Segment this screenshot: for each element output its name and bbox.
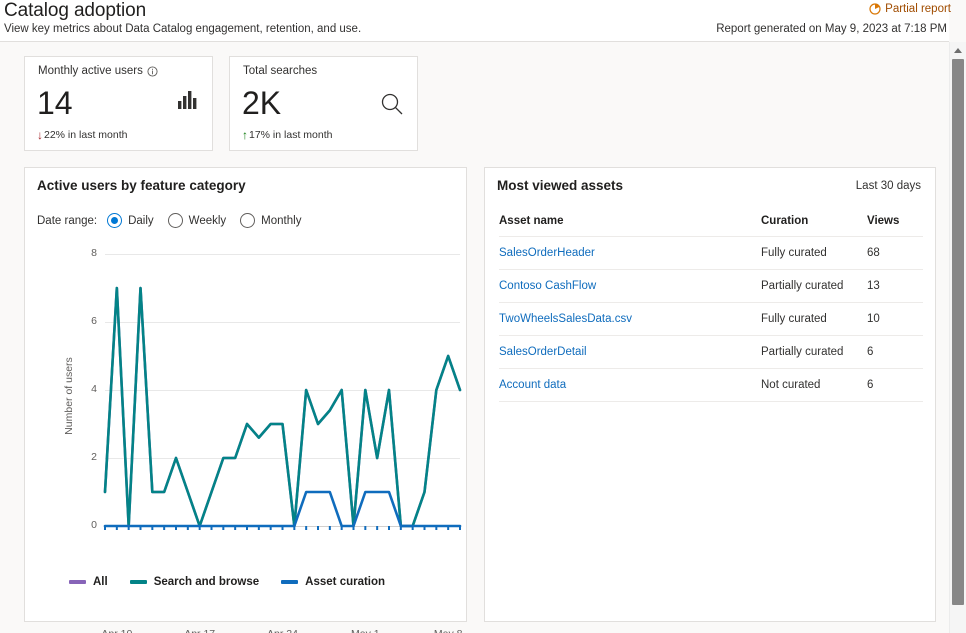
cell-asset-name: Contoso CashFlow [499, 270, 761, 303]
cell-views: 6 [867, 369, 923, 402]
table-header-row: Asset name Curation Views [499, 210, 923, 237]
kpi-delta-arrow-icon: ↓ [37, 129, 43, 141]
chart-legend: All Search and browse Asset curation [69, 576, 385, 588]
asset-name-link[interactable]: TwoWheelsSalesData.csv [499, 313, 632, 325]
cell-curation: Not curated [761, 369, 867, 402]
legend-item[interactable]: All [69, 576, 108, 588]
chart-series-line [105, 288, 460, 526]
date-range-option-weekly[interactable]: Weekly [168, 213, 227, 228]
chart-x-axis-ticks: Apr 10 Apr 17 Apr 24 May 1 May 8 [25, 628, 466, 633]
kpi-delta-text: 17% in last month [249, 129, 332, 141]
search-icon [379, 91, 405, 117]
most-viewed-assets-panel: Most viewed assets Last 30 days Asset na… [484, 167, 936, 622]
assets-table-body: SalesOrderHeaderFully curated68Contoso C… [499, 237, 923, 402]
cell-views: 13 [867, 270, 923, 303]
report-generated-text: Report generated on May 9, 2023 at 7:18 … [716, 23, 947, 35]
column-header-curation: Curation [761, 210, 867, 237]
legend-swatch-icon [281, 580, 298, 584]
cell-asset-name: TwoWheelsSalesData.csv [499, 303, 761, 336]
bar-chart-icon [178, 91, 200, 109]
date-range-option-weekly-label: Weekly [189, 215, 227, 227]
cell-views: 6 [867, 336, 923, 369]
cell-views: 68 [867, 237, 923, 270]
table-panel-subtitle: Last 30 days [856, 180, 921, 192]
kpi-delta: ↑ 17% in last month [242, 129, 332, 141]
date-range-option-daily-label: Daily [128, 215, 154, 227]
assets-table: Asset name Curation Views SalesOrderHead… [499, 210, 923, 402]
partial-report-badge[interactable]: Partial report [869, 3, 951, 15]
x-tick-label: Apr 17 [184, 628, 215, 633]
cell-curation: Partially curated [761, 270, 867, 303]
table-row: SalesOrderHeader Fully curated68 [499, 237, 923, 270]
date-range-option-monthly[interactable]: Monthly [240, 213, 301, 228]
page-subtitle: View key metrics about Data Catalog enga… [4, 23, 361, 35]
date-range-label: Date range: [37, 215, 97, 227]
legend-item[interactable]: Asset curation [281, 576, 385, 588]
kpi-value: 14 [37, 83, 73, 123]
legend-swatch-icon [69, 580, 86, 584]
chart-panel-title: Active users by feature category [37, 178, 246, 193]
cell-asset-name: SalesOrderHeader [499, 237, 761, 270]
kpi-delta: ↓ 22% in last month [37, 129, 127, 141]
legend-label: Search and browse [154, 576, 259, 588]
info-icon[interactable] [147, 66, 158, 77]
chart-panel: Active users by feature category Date ra… [24, 167, 467, 622]
kpi-delta-text: 22% in last month [44, 129, 127, 141]
kpi-label: Monthly active users [38, 65, 158, 77]
asset-name-link[interactable]: Contoso CashFlow [499, 280, 596, 292]
assets-table-head: Asset name Curation Views [499, 210, 923, 237]
cell-curation: Fully curated [761, 303, 867, 336]
kpi-card-monthly-active-users: Monthly active users 14 ↓ 22% in last mo… [24, 56, 213, 151]
table-row: Contoso CashFlow Partially curated13 [499, 270, 923, 303]
kpi-label: Total searches [243, 65, 317, 77]
legend-label: Asset curation [305, 576, 385, 588]
legend-swatch-icon [130, 580, 147, 584]
kpi-delta-arrow-icon: ↑ [242, 129, 248, 141]
vertical-scrollbar[interactable] [949, 42, 966, 633]
kpi-value: 2K [242, 83, 281, 123]
legend-item[interactable]: Search and browse [130, 576, 259, 588]
cell-curation: Partially curated [761, 336, 867, 369]
x-tick-label: May 1 [351, 628, 380, 633]
x-tick-label: May 8 [434, 628, 463, 633]
date-range-control: Date range: Daily Weekly Monthly [37, 213, 315, 228]
column-header-views: Views [867, 210, 923, 237]
chart-series-line [105, 288, 460, 526]
chart-series-line [105, 492, 460, 526]
asset-name-link[interactable]: SalesOrderDetail [499, 346, 587, 358]
cell-views: 10 [867, 303, 923, 336]
table-panel-title: Most viewed assets [497, 178, 623, 193]
date-range-option-monthly-label: Monthly [261, 215, 301, 227]
partial-report-icon [869, 3, 881, 15]
radio-daily-icon[interactable] [107, 213, 122, 228]
radio-weekly-icon[interactable] [168, 213, 183, 228]
page-title: Catalog adoption [4, 0, 146, 22]
kpi-card-total-searches: Total searches 2K ↑ 17% in last month [229, 56, 418, 151]
chart-plot-area [25, 246, 466, 546]
partial-report-label: Partial report [885, 3, 951, 15]
asset-name-link[interactable]: Account data [499, 379, 566, 391]
cell-asset-name: Account data [499, 369, 761, 402]
x-tick-label: Apr 24 [267, 628, 298, 633]
table-row: Account data Not curated6 [499, 369, 923, 402]
cell-curation: Fully curated [761, 237, 867, 270]
date-range-option-daily[interactable]: Daily [107, 213, 154, 228]
cell-asset-name: SalesOrderDetail [499, 336, 761, 369]
legend-label: All [93, 576, 108, 588]
radio-monthly-icon[interactable] [240, 213, 255, 228]
table-row: TwoWheelsSalesData.csv Fully curated10 [499, 303, 923, 336]
page-root: Catalog adoption View key metrics about … [0, 0, 966, 633]
kpi-label-text: Monthly active users [38, 65, 143, 77]
kpi-label-text: Total searches [243, 65, 317, 77]
page-header: Catalog adoption View key metrics about … [0, 0, 949, 42]
asset-name-link[interactable]: SalesOrderHeader [499, 247, 595, 259]
scrollbar-thumb[interactable] [952, 59, 964, 605]
scroll-up-arrow-icon[interactable] [950, 42, 966, 58]
line-chart: Number of users 02468 Apr 10Apr 17Apr 24… [25, 246, 466, 546]
x-tick-label: Apr 10 [101, 628, 132, 633]
column-header-asset-name: Asset name [499, 210, 761, 237]
table-row: SalesOrderDetail Partially curated6 [499, 336, 923, 369]
